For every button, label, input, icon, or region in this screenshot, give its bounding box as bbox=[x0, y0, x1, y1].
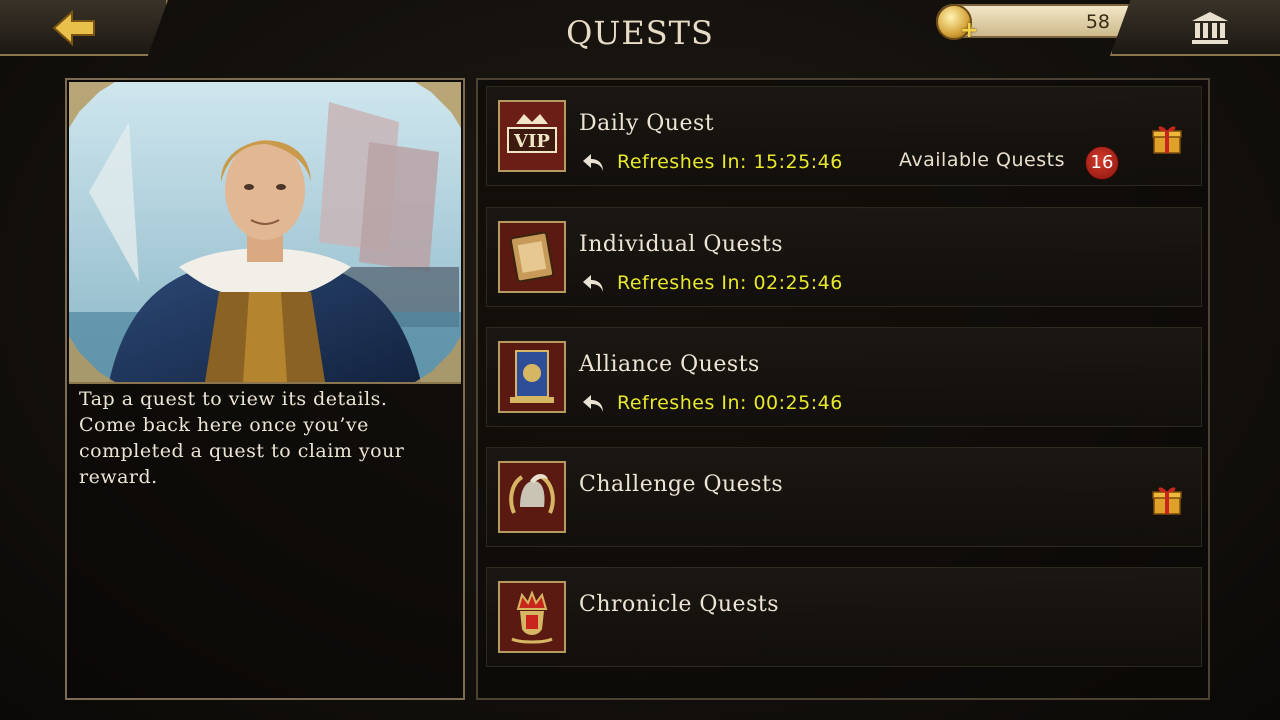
available-quests-label: Available Quests bbox=[899, 149, 1065, 171]
refresh-timer: Refreshes In: 15:25:46 bbox=[581, 149, 843, 175]
refresh-timer: Refreshes In: 02:25:46 bbox=[581, 270, 843, 296]
refresh-arrow-icon bbox=[583, 275, 603, 292]
advisor-portrait-image bbox=[69, 82, 461, 382]
bank-button[interactable] bbox=[1110, 0, 1280, 56]
quest-title: Alliance Quests bbox=[579, 352, 760, 377]
bank-icon bbox=[1192, 12, 1228, 44]
coin-balance[interactable]: + 58 bbox=[936, 4, 1146, 43]
quest-row-individual[interactable]: Individual Quests Refreshes In: 02:25:46 bbox=[486, 207, 1202, 307]
gift-icon[interactable] bbox=[1151, 123, 1183, 155]
quest-row-alliance[interactable]: Alliance Quests Refreshes In: 00:25:46 bbox=[486, 327, 1202, 427]
refresh-timer: Refreshes In: 00:25:46 bbox=[581, 390, 843, 416]
available-count-badge: 16 bbox=[1085, 146, 1119, 180]
refresh-arrow-icon bbox=[583, 154, 603, 171]
quest-title: Challenge Quests bbox=[579, 472, 784, 497]
quest-title: Daily Quest bbox=[579, 111, 715, 136]
refresh-text: Refreshes In: 02:25:46 bbox=[617, 272, 843, 294]
gift-icon[interactable] bbox=[1151, 484, 1183, 516]
book-icon bbox=[498, 221, 566, 293]
instructions-text: Tap a quest to view its details. Come ba… bbox=[79, 388, 405, 488]
crown-crest-icon bbox=[498, 581, 566, 653]
top-bar: QUESTS + 58 bbox=[0, 0, 1280, 60]
refresh-arrow-icon bbox=[583, 395, 603, 412]
add-coins-icon[interactable]: + bbox=[960, 18, 978, 43]
quest-row-daily[interactable]: VIP Daily Quest Refreshes In: 15:25:46 A… bbox=[486, 86, 1202, 186]
quest-title: Chronicle Quests bbox=[579, 592, 779, 617]
svg-text:VIP: VIP bbox=[513, 131, 550, 152]
quest-row-chronicle[interactable]: Chronicle Quests bbox=[486, 567, 1202, 667]
refresh-text: Refreshes In: 00:25:46 bbox=[617, 392, 843, 414]
vip-crown-icon: VIP bbox=[498, 100, 566, 172]
coin-value: 58 bbox=[1085, 11, 1110, 33]
advisor-portrait bbox=[69, 82, 461, 384]
refresh-text: Refreshes In: 15:25:46 bbox=[617, 151, 843, 173]
quest-row-challenge[interactable]: Challenge Quests bbox=[486, 447, 1202, 547]
quest-list: VIP Daily Quest Refreshes In: 15:25:46 A… bbox=[476, 78, 1210, 700]
quest-title: Individual Quests bbox=[579, 232, 783, 257]
helmet-laurel-icon bbox=[498, 461, 566, 533]
alliance-banner-icon bbox=[498, 341, 566, 413]
info-panel: Tap a quest to view its details. Come ba… bbox=[65, 78, 465, 700]
